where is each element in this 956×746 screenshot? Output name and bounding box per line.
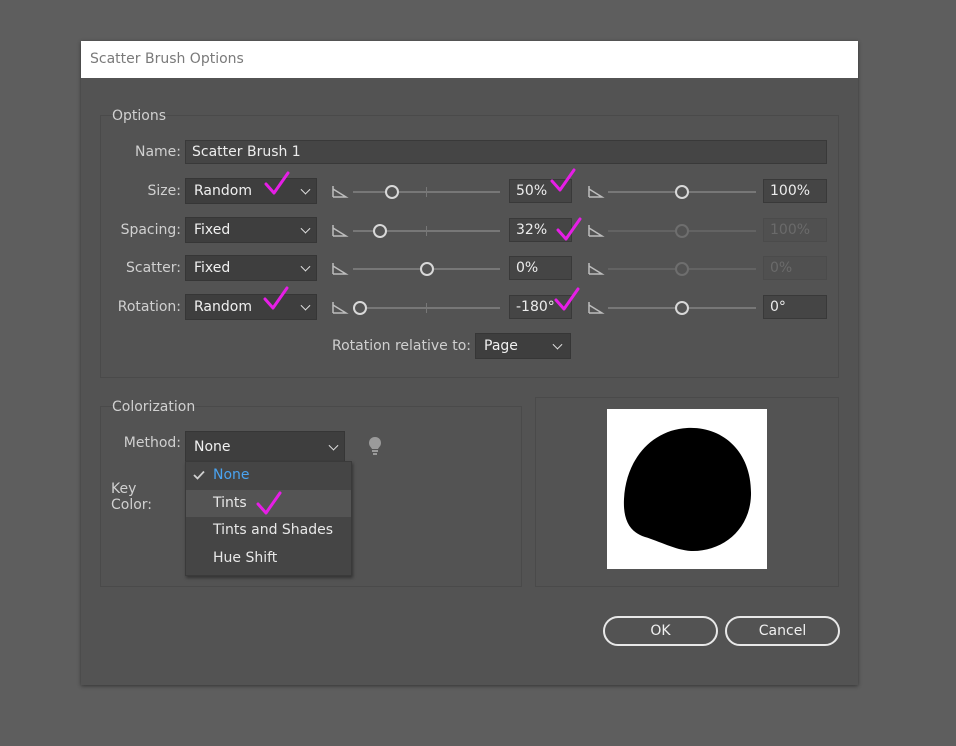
variation-icon xyxy=(588,263,605,275)
rotation-relative-value: Page xyxy=(484,338,518,354)
check-icon xyxy=(193,470,205,480)
slider-knob[interactable] xyxy=(675,301,689,315)
ok-button[interactable]: OK xyxy=(603,616,718,646)
slider-knob[interactable] xyxy=(420,262,434,276)
check-annotation-icon xyxy=(263,286,289,310)
chevron-down-icon xyxy=(300,223,311,234)
cancel-button[interactable]: Cancel xyxy=(725,616,840,646)
key-color-label: Key Color: xyxy=(111,481,153,513)
chevron-down-icon xyxy=(552,339,563,350)
chevron-down-icon xyxy=(300,261,311,272)
row-min-slider[interactable] xyxy=(353,185,500,199)
name-field[interactable]: Scatter Brush 1 xyxy=(185,140,827,164)
row-label: Spacing: xyxy=(120,222,181,238)
row-max-field[interactable]: 100% xyxy=(763,179,827,203)
row-max-field[interactable]: 0° xyxy=(763,295,827,319)
slider-knob[interactable] xyxy=(675,262,689,276)
row-max-field: 100% xyxy=(763,218,827,242)
title-bar: Scatter Brush Options xyxy=(81,41,858,78)
colorization-method-value: None xyxy=(194,439,231,455)
brush-preview xyxy=(607,409,767,569)
slider-knob[interactable] xyxy=(353,301,367,315)
variation-icon xyxy=(332,186,349,198)
row-max-slider[interactable] xyxy=(608,301,756,315)
row-label: Scatter: xyxy=(126,260,181,276)
row-method-value: Fixed xyxy=(194,260,231,276)
row-method-select[interactable]: Fixed xyxy=(185,255,317,281)
slider-knob[interactable] xyxy=(675,224,689,238)
slider-tick xyxy=(426,226,427,236)
options-group-label: Options xyxy=(112,108,167,124)
check-annotation-icon xyxy=(554,287,580,311)
row-min-slider[interactable] xyxy=(353,224,500,238)
check-annotation-icon xyxy=(264,171,290,195)
row-method-select[interactable]: Fixed xyxy=(185,217,317,243)
scatter-brush-options-dialog: Scatter Brush Options Options Name: Scat… xyxy=(81,41,858,685)
colorization-method-select[interactable]: None xyxy=(185,431,345,462)
row-max-slider[interactable] xyxy=(608,224,756,238)
row-method-value: Random xyxy=(194,183,252,199)
menu-item-label: Tints xyxy=(213,495,247,511)
chevron-down-icon xyxy=(300,300,311,311)
menu-item-label: Hue Shift xyxy=(213,550,278,566)
variation-icon xyxy=(332,263,349,275)
row-method-select[interactable]: Random xyxy=(185,178,317,204)
check-annotation-icon xyxy=(256,491,282,515)
variation-icon xyxy=(588,302,605,314)
colorization-group-label: Colorization xyxy=(112,399,196,415)
row-label: Rotation: xyxy=(117,299,181,315)
dialog-title: Scatter Brush Options xyxy=(90,51,244,67)
menu-item-label: None xyxy=(213,467,250,483)
variation-icon xyxy=(588,186,605,198)
row-max-slider[interactable] xyxy=(608,185,756,199)
slider-knob[interactable] xyxy=(675,185,689,199)
row-min-field[interactable]: 0% xyxy=(509,256,572,280)
method-label: Method: xyxy=(123,435,181,451)
check-annotation-icon xyxy=(556,217,582,241)
row-min-slider[interactable] xyxy=(353,262,500,276)
slider-knob[interactable] xyxy=(385,185,399,199)
menu-item-none[interactable]: None xyxy=(186,462,351,489)
menu-item-hue-shift[interactable]: Hue Shift xyxy=(186,545,351,572)
slider-knob[interactable] xyxy=(373,224,387,238)
row-method-value: Fixed xyxy=(194,222,231,238)
rotation-relative-select[interactable]: Page xyxy=(475,333,571,359)
name-label: Name: xyxy=(134,144,181,160)
row-label: Size: xyxy=(147,183,181,199)
menu-item-tints-and-shades[interactable]: Tints and Shades xyxy=(186,517,351,544)
slider-tick xyxy=(426,303,427,313)
variation-icon xyxy=(588,225,605,237)
chevron-down-icon xyxy=(300,184,311,195)
rotation-relative-label: Rotation relative to: xyxy=(331,338,471,354)
variation-icon xyxy=(332,302,349,314)
check-annotation-icon xyxy=(550,168,576,192)
lightbulb-icon[interactable] xyxy=(368,436,382,458)
slider-tick xyxy=(426,187,427,197)
chevron-down-icon xyxy=(328,440,339,451)
row-method-select[interactable]: Random xyxy=(185,294,317,320)
colorization-method-menu: None Tints Tints and Shades Hue Shift xyxy=(185,461,352,576)
variation-icon xyxy=(332,225,349,237)
row-max-slider[interactable] xyxy=(608,262,756,276)
scatter-shape-preview xyxy=(623,427,752,552)
row-min-slider[interactable] xyxy=(353,301,500,315)
menu-item-label: Tints and Shades xyxy=(213,522,334,538)
row-method-value: Random xyxy=(194,299,252,315)
row-max-field: 0% xyxy=(763,256,827,280)
